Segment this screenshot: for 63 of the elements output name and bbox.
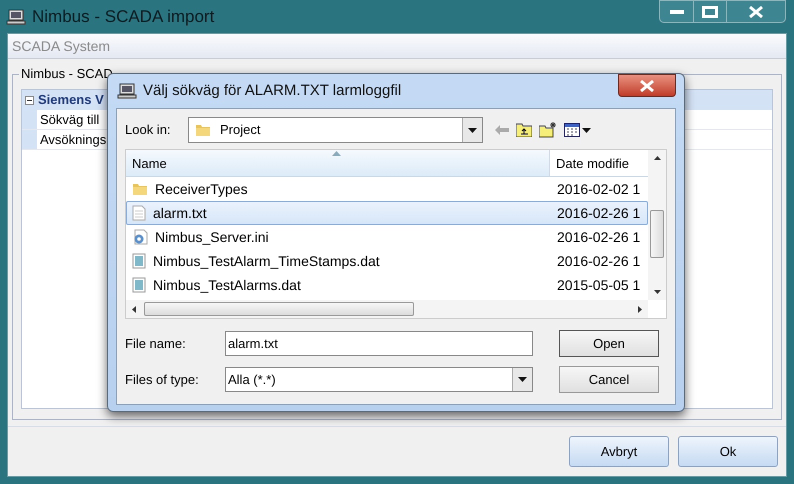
- file-name: Nimbus_Server.ini: [155, 228, 269, 247]
- look-in-dropdown[interactable]: Project: [188, 117, 483, 143]
- computer-icon: [6, 8, 26, 24]
- collapse-icon[interactable]: [25, 96, 34, 104]
- property-name: Avsöknings: [39, 131, 106, 149]
- minimize-icon: [670, 10, 684, 14]
- window-title: Nimbus - SCADA import: [32, 6, 214, 28]
- sort-arrow-icon: [332, 151, 341, 156]
- file-name: ReceiverTypes: [155, 180, 248, 199]
- file-row[interactable]: ReceiverTypes 2016-02-02 1: [126, 177, 648, 201]
- file-row[interactable]: alarm.txt 2016-02-26 1: [126, 201, 648, 225]
- scroll-thumb[interactable]: [650, 210, 664, 258]
- dialog-button[interactable]: Avbryt: [569, 436, 669, 467]
- new-folder-icon[interactable]: [539, 122, 557, 138]
- maximize-icon: [702, 6, 718, 18]
- row-margin: [22, 130, 37, 149]
- file-type-label: Files of type:: [125, 370, 200, 389]
- scroll-right-icon[interactable]: [638, 306, 642, 312]
- section-header: SCADA System: [8, 34, 786, 59]
- look-in-value: Project: [220, 121, 262, 140]
- file-row[interactable]: Nimbus_TestAlarms.dat 2015-05-05 1: [126, 273, 648, 297]
- view-menu-icon[interactable]: [564, 123, 580, 137]
- column-header[interactable]: Date modifie: [550, 150, 648, 176]
- file-type-value: Alla (*.*): [228, 370, 277, 389]
- file-type-dropdown[interactable]: Alla (*.*): [225, 367, 533, 392]
- document-icon: [132, 253, 146, 269]
- dropdown-arrow-icon: [518, 377, 527, 382]
- file-date: 2016-02-26 1: [556, 228, 640, 246]
- folder-icon: [195, 122, 211, 138]
- dialog-button[interactable]: Open: [559, 330, 659, 357]
- close-button[interactable]: [618, 74, 676, 97]
- up-folder-icon[interactable]: [516, 123, 532, 137]
- close-icon: [749, 6, 763, 18]
- dialog-button[interactable]: Ok: [678, 436, 778, 467]
- file-date: 2016-02-26 1: [556, 252, 640, 270]
- dialog-title: Välj sökväg för ALARM.TXT larmloggfil: [143, 80, 402, 101]
- file-name: alarm.txt: [153, 204, 207, 222]
- scroll-up-icon[interactable]: [654, 156, 660, 160]
- caret-icon: [582, 128, 591, 132]
- folder-icon: [132, 181, 148, 197]
- file-date: 2015-05-05 1: [556, 276, 640, 294]
- file-row[interactable]: Nimbus_Server.ini 2016-02-26 1: [126, 225, 648, 249]
- scroll-left-icon[interactable]: [132, 306, 136, 312]
- dialog-button[interactable]: Cancel: [559, 366, 659, 393]
- document-icon: [132, 205, 146, 221]
- dropdown-arrow-icon: [468, 128, 477, 132]
- horizontal-scrollbar[interactable]: [126, 300, 648, 318]
- scroll-down-icon[interactable]: [654, 290, 660, 294]
- close-icon: [640, 80, 654, 92]
- file-date: 2016-02-26 1: [556, 204, 640, 222]
- scroll-thumb[interactable]: [144, 302, 414, 316]
- file-name: Nimbus_TestAlarms.dat: [153, 276, 301, 295]
- file-name-field[interactable]: alarm.txt: [225, 331, 533, 356]
- file-name-label: File name:: [125, 334, 187, 353]
- file-date: 2016-02-02 1: [556, 180, 640, 198]
- file-name: Nimbus_TestAlarm_TimeStamps.dat: [153, 252, 380, 271]
- property-name: Sökväg till: [39, 111, 100, 129]
- computer-icon: [117, 83, 137, 99]
- document-icon: [132, 277, 146, 293]
- vertical-scrollbar[interactable]: [648, 150, 666, 300]
- look-in-label: Look in:: [125, 121, 172, 140]
- file-row[interactable]: Nimbus_TestAlarm_TimeStamps.dat 2016-02-26 1: [126, 249, 648, 273]
- category-label: Siemens V: [38, 91, 104, 110]
